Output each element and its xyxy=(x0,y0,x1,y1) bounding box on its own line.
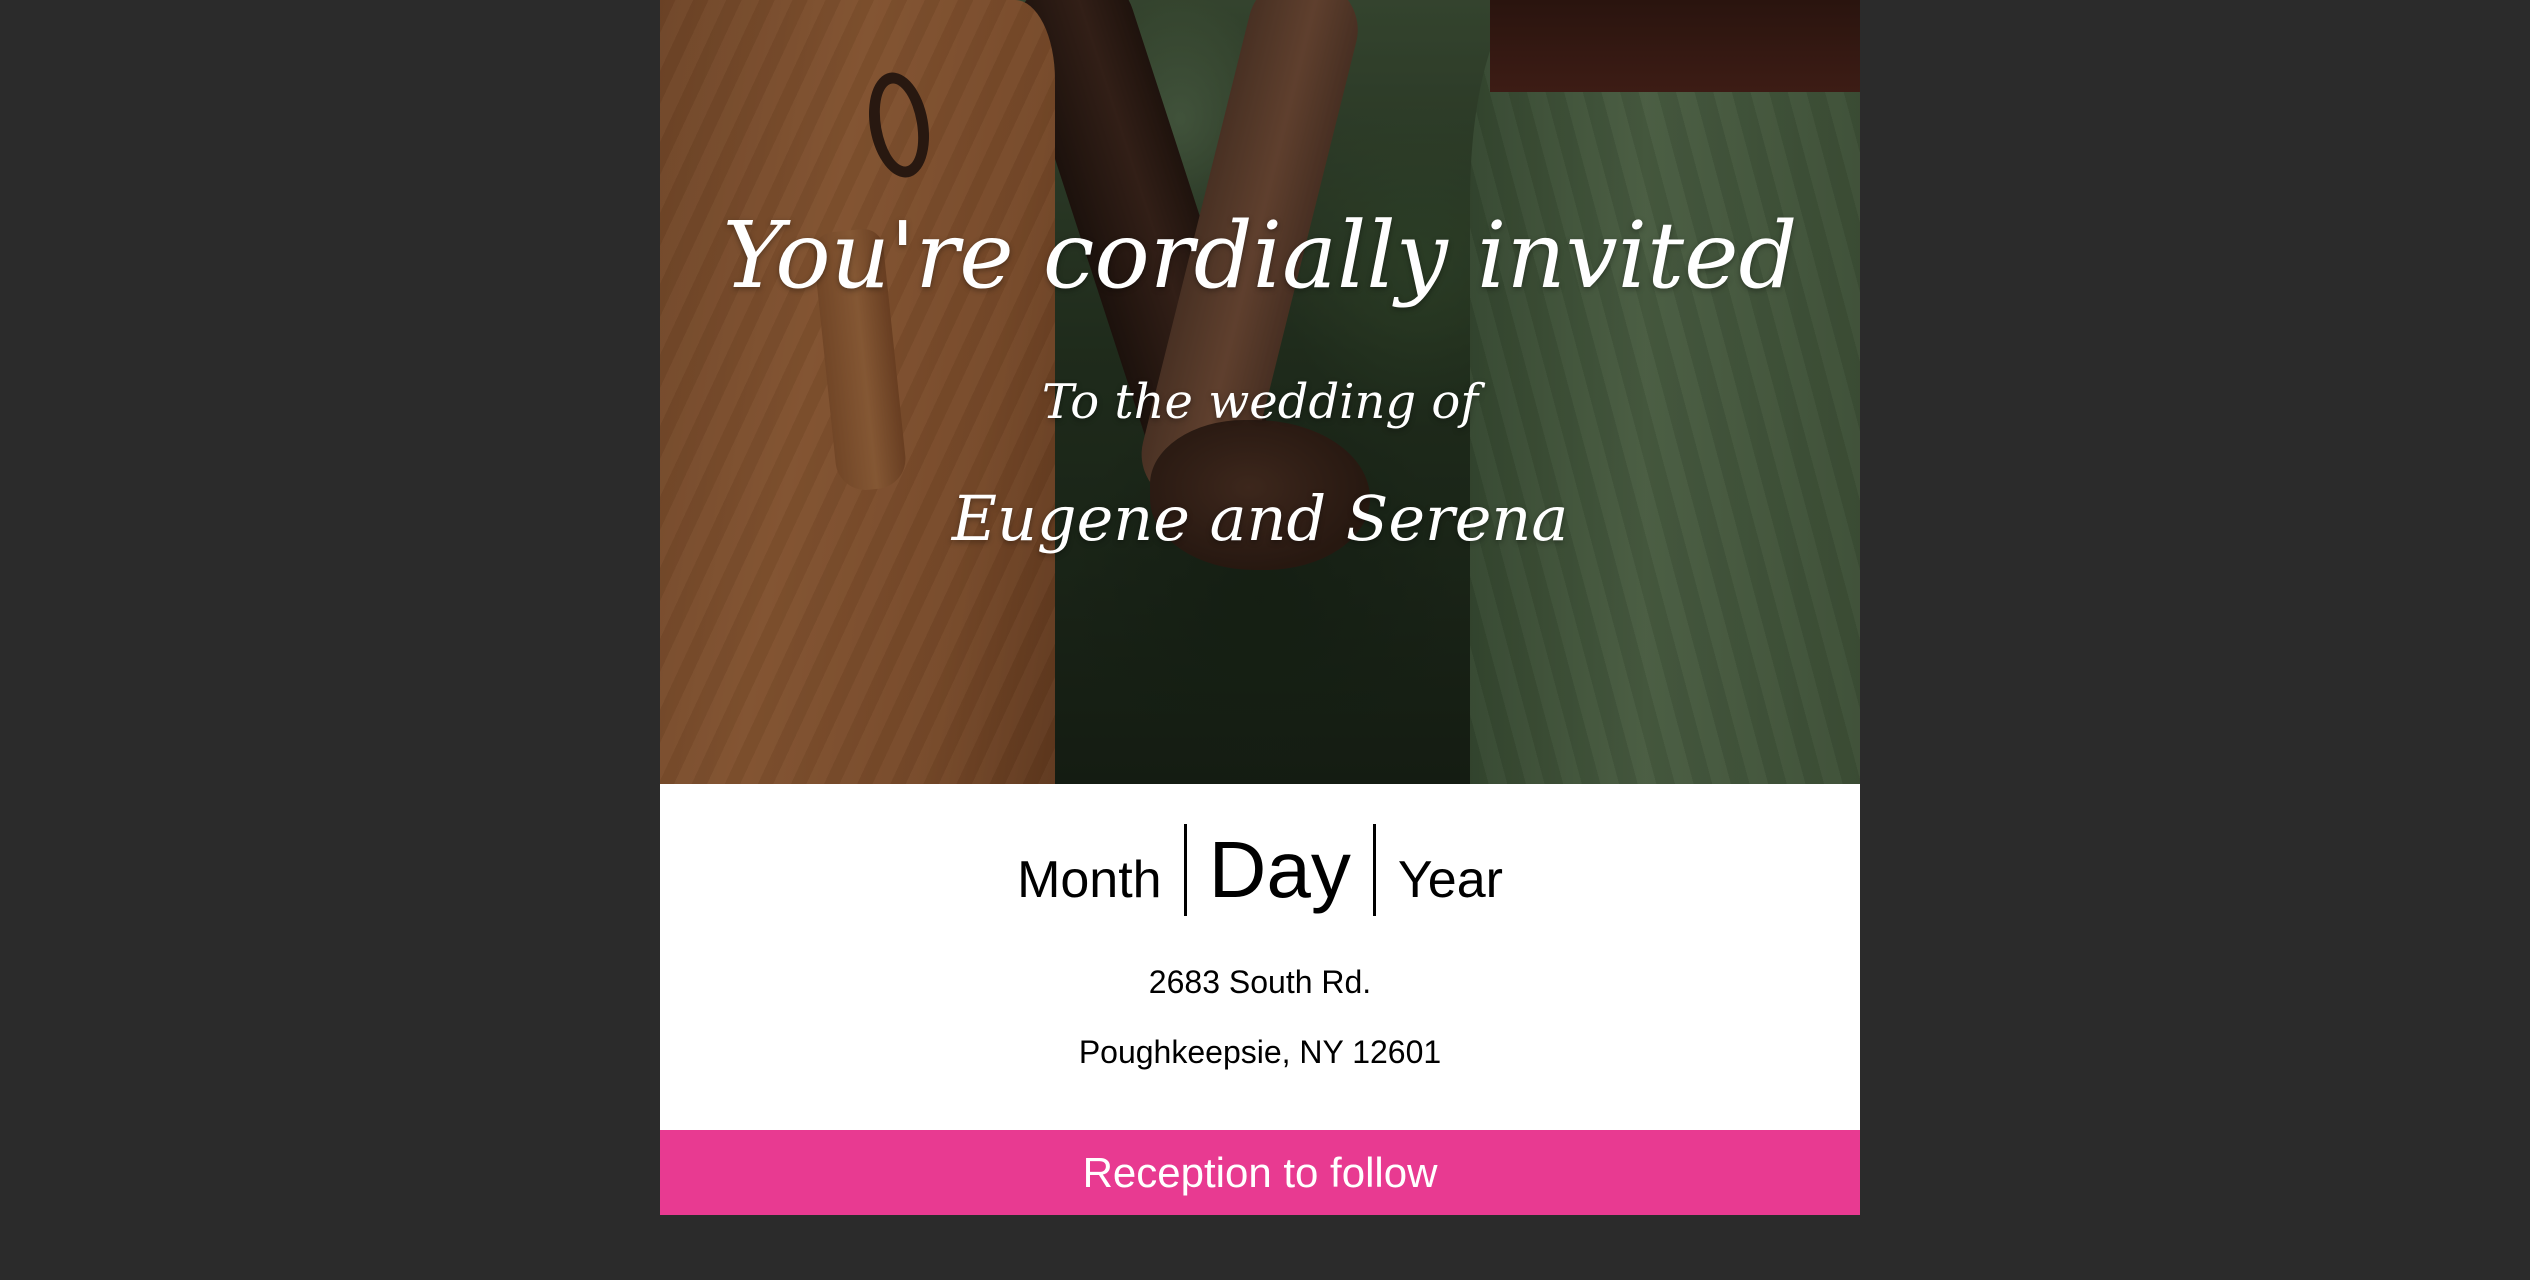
date-row: Month Day Year xyxy=(660,824,1860,916)
hero-photo: You're cordially invited To the wedding … xyxy=(660,0,1860,784)
address-street: 2683 South Rd. xyxy=(1148,964,1372,1000)
date-month: Month xyxy=(1017,851,1162,909)
couple-names: Eugene and Serena xyxy=(951,482,1569,555)
subline: To the wedding of xyxy=(1041,374,1479,430)
reception-text: Reception to follow xyxy=(1082,1148,1438,1196)
reception-banner: Reception to follow xyxy=(660,1130,1860,1215)
address-city: Poughkeepsie, NY 12601 xyxy=(1078,1034,1442,1070)
date-year: Year xyxy=(1397,851,1503,909)
headline: You're cordially invited xyxy=(722,202,1798,309)
event-details: Month Day Year 2683 South Rd. Poughkeeps… xyxy=(660,784,1860,1130)
date-day: Day xyxy=(1208,825,1351,914)
invitation-card: You're cordially invited To the wedding … xyxy=(660,0,1860,1215)
